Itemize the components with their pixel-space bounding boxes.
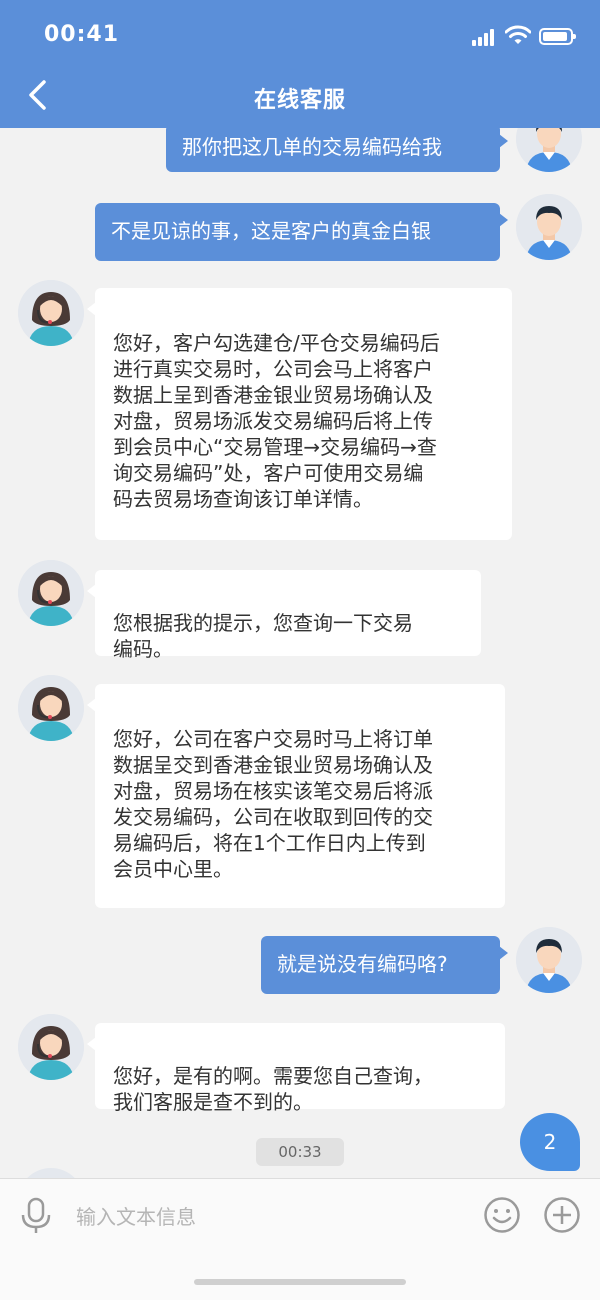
agent-avatar[interactable] bbox=[18, 1014, 84, 1080]
emoji-icon[interactable] bbox=[483, 1196, 521, 1234]
message-bubble-user[interactable]: 不是见谅的事，这是客户的真金白银 bbox=[95, 203, 508, 261]
microphone-icon[interactable] bbox=[18, 1197, 54, 1235]
status-time: 00:41 bbox=[44, 22, 120, 47]
message-bubble-user[interactable]: 那你把这几单的交易编码给我 bbox=[166, 128, 508, 172]
wifi-icon bbox=[505, 25, 531, 44]
message-text: 您好，客户勾选建仓/平仓交易编码后 进行真实交易时，公司会马上将客户 数据上呈到… bbox=[113, 331, 440, 511]
message-text: 您好，公司在客户交易时马上将订单 数据呈交到香港金银业贸易场确认及 对盘，贸易场… bbox=[113, 727, 433, 881]
input-bar bbox=[0, 1178, 600, 1300]
timestamp-label: 00:33 bbox=[256, 1138, 344, 1166]
message-bubble-user[interactable]: 就是说没有编码咯? bbox=[261, 936, 508, 994]
message-bubble-agent[interactable]: 您好，客户勾选建仓/平仓交易编码后 进行真实交易时，公司会马上将客户 数据上呈到… bbox=[87, 288, 512, 540]
chat-area[interactable]: 那你把这几单的交易编码给我 不是见谅的事，这是客户的真金白银 您好，客户勾选建仓… bbox=[0, 128, 600, 1178]
message-bubble-agent[interactable]: 您好，公司在客户交易时马上将订单 数据呈交到香港金银业贸易场确认及 对盘，贸易场… bbox=[87, 684, 505, 908]
add-icon[interactable] bbox=[543, 1196, 581, 1234]
header: 00:41 在线客服 bbox=[0, 0, 600, 128]
agent-avatar[interactable] bbox=[18, 560, 84, 626]
message-input[interactable] bbox=[74, 1197, 458, 1237]
agent-avatar[interactable] bbox=[18, 675, 84, 741]
message-text: 您根据我的提示，您查询一下交易 编码。 bbox=[113, 611, 413, 661]
message-bubble-agent[interactable]: 您好，是有的啊。需要您自己查询， 我们客服是查不到的。 bbox=[87, 1023, 505, 1114]
page-title: 在线客服 bbox=[253, 88, 346, 113]
user-avatar[interactable] bbox=[516, 194, 582, 260]
status-bar: 00:41 bbox=[0, 0, 600, 68]
home-indicator bbox=[194, 1279, 406, 1285]
unread-count-badge[interactable]: 2 bbox=[520, 1113, 580, 1171]
user-avatar[interactable] bbox=[516, 128, 582, 172]
battery-icon bbox=[539, 28, 576, 45]
message-text: 那你把这几单的交易编码给我 bbox=[182, 135, 442, 159]
message-text: 您好，是有的啊。需要您自己查询， 我们客服是查不到的。 bbox=[113, 1064, 433, 1114]
message-text: 就是说没有编码咯? bbox=[277, 952, 448, 976]
signal-icon bbox=[472, 28, 498, 46]
agent-avatar bbox=[18, 1168, 84, 1178]
agent-avatar[interactable] bbox=[18, 280, 84, 346]
message-bubble-agent[interactable]: 您根据我的提示，您查询一下交易 编码。 bbox=[87, 570, 481, 661]
user-avatar[interactable] bbox=[516, 927, 582, 993]
message-text: 不是见谅的事，这是客户的真金白银 bbox=[111, 219, 431, 243]
